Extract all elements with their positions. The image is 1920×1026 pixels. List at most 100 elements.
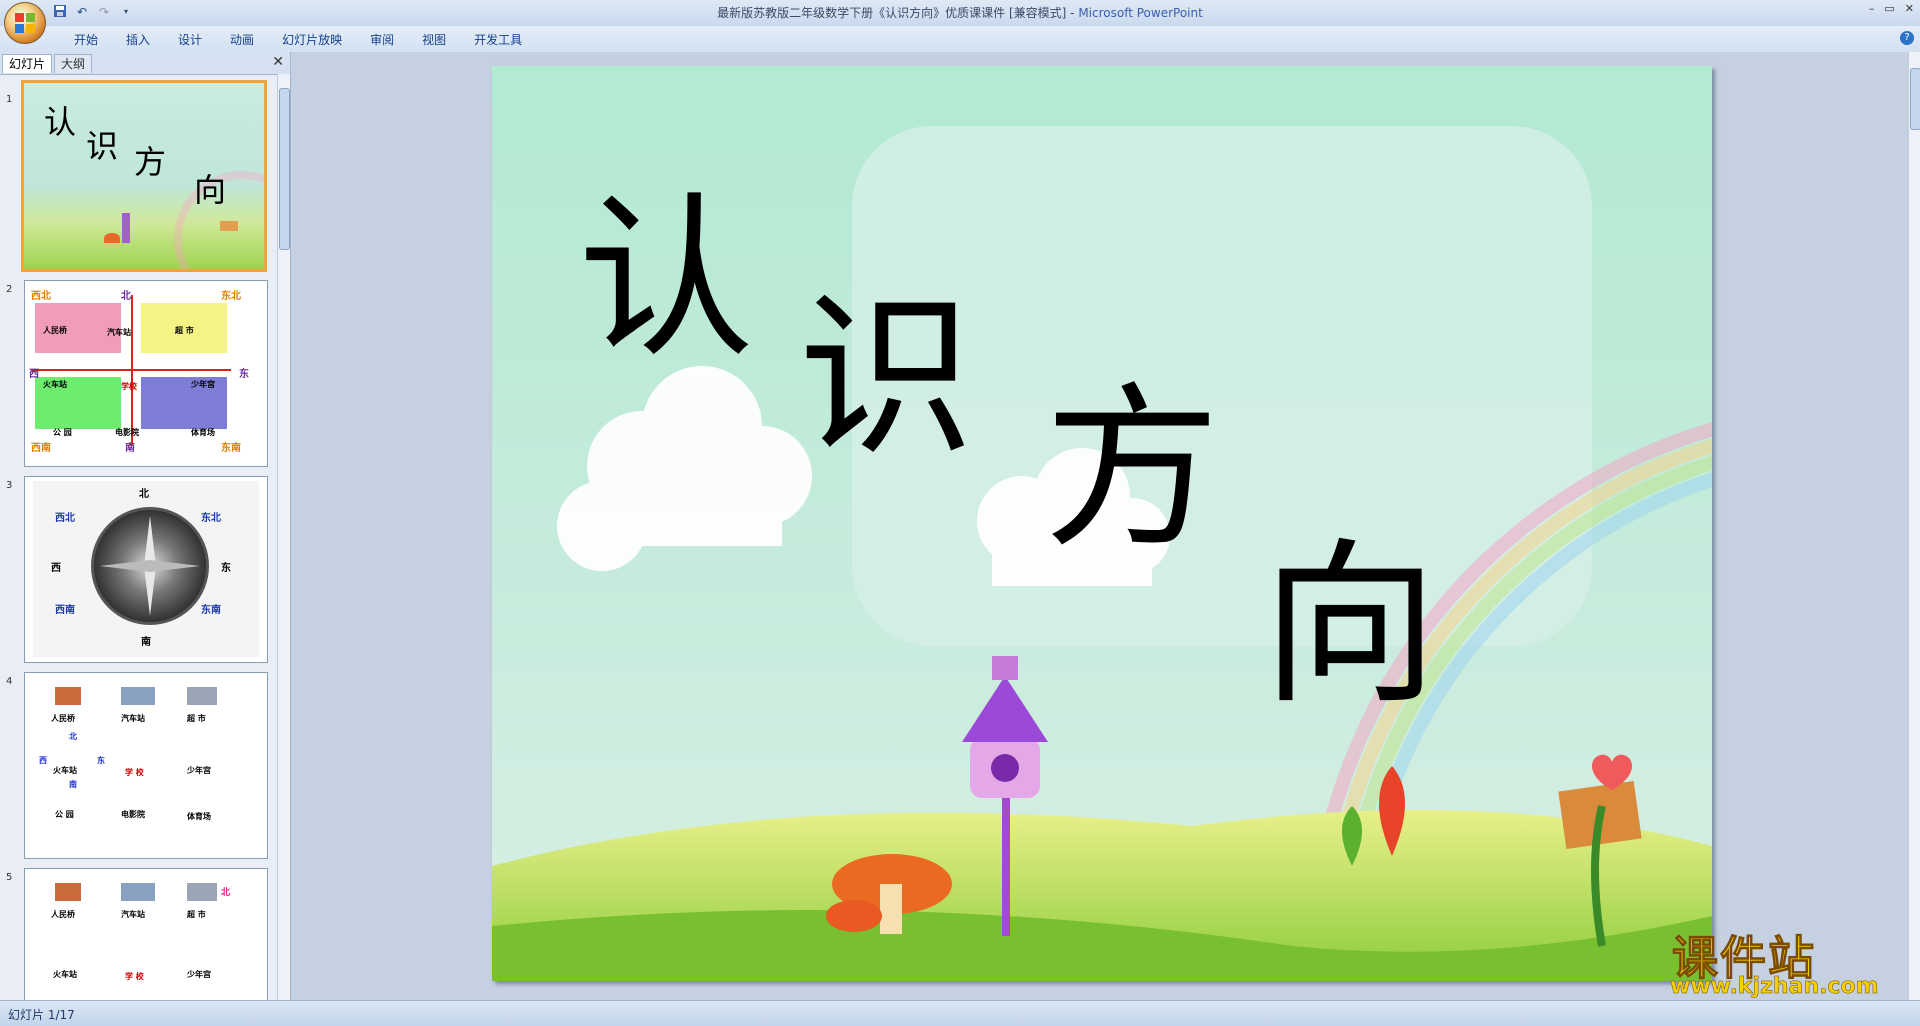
direction-label: 东 [97, 756, 105, 765]
tab-outline[interactable]: 大纲 [54, 54, 93, 73]
place-label: 超 市 [187, 910, 206, 919]
supermarket-icon [187, 883, 217, 901]
thumbnail-scrollbar[interactable] [277, 74, 290, 1000]
tab-insert[interactable]: 插入 [112, 31, 164, 48]
place-label: 体育场 [187, 812, 211, 821]
thumbnail-number: 4 [6, 676, 13, 687]
thumb-title-char: 方 [134, 143, 167, 181]
place-label: 学 校 [125, 768, 144, 777]
direction-label: 西南 [31, 443, 51, 454]
place-label: 学校 [121, 382, 137, 391]
compass-icon [91, 507, 209, 625]
place-label: 火车站 [43, 380, 67, 389]
slide-title-char: 向 [1262, 523, 1439, 728]
title-separator: - [1066, 6, 1079, 20]
direction-label: 南 [125, 443, 135, 454]
thumbnail-number: 3 [6, 480, 13, 491]
place-label: 汽车站 [121, 714, 145, 723]
tab-home[interactable]: 开始 [60, 31, 112, 48]
status-bar: 幻灯片 1/17 [0, 1000, 1920, 1026]
place-label: 汽车站 [107, 328, 131, 337]
thumb-title-char: 识 [86, 127, 119, 165]
place-label: 电影院 [121, 810, 145, 819]
slide-thumbnail-1[interactable]: 认 识 方 向 [21, 80, 267, 272]
slide-thumbnail-4[interactable]: 人民桥 汽车站 超 市 北 西 东 南 火车站 学 校 少年宫 公 园 电影院 … [24, 672, 268, 859]
tab-slides[interactable]: 幻灯片 [2, 54, 53, 73]
minimize-button[interactable]: – [1869, 2, 1875, 15]
place-label: 少年宫 [187, 766, 211, 775]
place-label: 人民桥 [51, 910, 75, 919]
thumb-birdhouse [122, 213, 130, 243]
direction-label: 东南 [221, 443, 241, 454]
tab-developer[interactable]: 开发工具 [460, 31, 536, 48]
tab-view[interactable]: 视图 [408, 31, 460, 48]
map-axis-vertical [131, 295, 133, 445]
direction-label: 西北 [31, 291, 51, 302]
direction-label: 北 [139, 489, 149, 500]
slide-scrollbar[interactable] [1908, 52, 1920, 1000]
document-title: 最新版苏教版二年级数学下册《认识方向》优质课课件 [兼容模式] [717, 6, 1067, 20]
office-button[interactable] [4, 2, 46, 44]
tab-slideshow[interactable]: 幻灯片放映 [268, 31, 356, 48]
window-controls: – ▭ ✕ [1869, 2, 1914, 15]
thumb-title-char: 认 [44, 103, 77, 141]
slide-title-char: 识 [798, 275, 975, 480]
slide-thumbnail-3[interactable]: 北 西北 东北 西 东 西南 东南 南 [24, 476, 268, 663]
place-label: 汽车站 [121, 910, 145, 919]
place-label: 超 市 [175, 326, 194, 335]
tab-design[interactable]: 设计 [164, 31, 216, 48]
slide-thumbnail-2[interactable]: 西北 北 东北 西 东 西南 南 东南 人民桥 汽车站 超 市 火车站 少年宫 … [24, 280, 268, 467]
tab-review[interactable]: 审阅 [356, 31, 408, 48]
slide-thumbnail-5[interactable]: 人民桥 汽车站 超 市 北 火车站 学 校 少年宫 [24, 868, 268, 1000]
scrollbar-thumb[interactable] [1910, 68, 1920, 130]
pane-close-icon[interactable]: ✕ [272, 54, 284, 70]
bus-station-icon [121, 687, 155, 705]
place-label: 公 园 [55, 810, 74, 819]
place-label: 人民桥 [43, 326, 67, 335]
direction-label: 北 [221, 888, 231, 898]
bus-station-icon [121, 883, 155, 901]
direction-label: 东南 [201, 605, 221, 616]
place-label: 学 校 [125, 972, 144, 981]
direction-label: 东 [221, 563, 231, 574]
direction-label: 东北 [201, 513, 221, 524]
ribbon-tabs-bar: 开始 插入 设计 动画 幻灯片放映 审阅 视图 开发工具 ? [0, 26, 1920, 53]
close-button[interactable]: ✕ [1905, 2, 1914, 15]
place-label: 电影院 [115, 428, 139, 437]
direction-label: 东北 [221, 291, 241, 302]
slide-title-char: 方 [1044, 367, 1221, 572]
direction-label: 北 [69, 732, 77, 741]
place-label: 人民桥 [51, 714, 75, 723]
direction-label: 东 [239, 369, 249, 380]
thumbnail-number: 2 [6, 284, 13, 295]
thumbnail-number: 1 [6, 94, 13, 105]
restore-button[interactable]: ▭ [1884, 2, 1894, 15]
office-logo-icon [15, 13, 35, 33]
thumbnail-list: 1 认 识 方 向 2 西北 北 东北 西 东 西南 南 东南 人民桥 汽车站 … [0, 74, 276, 1000]
watermark-url: www.kjzhan.com [1670, 974, 1879, 1000]
watermark-logo: 课件站 www.kjzhan.com [1664, 922, 1904, 1002]
app-name: Microsoft PowerPoint [1078, 6, 1203, 20]
direction-label: 西 [39, 756, 47, 765]
main-slide[interactable]: 认 识 方 向 [492, 66, 1712, 981]
direction-label: 西 [29, 369, 39, 380]
direction-label: 西南 [55, 605, 75, 616]
thumbnail-number: 5 [6, 872, 13, 883]
place-label: 超 市 [187, 714, 206, 723]
direction-label: 南 [69, 780, 77, 789]
direction-label: 西北 [55, 513, 75, 524]
direction-label: 南 [141, 637, 151, 648]
place-label: 体育场 [191, 428, 215, 437]
help-icon[interactable]: ? [1900, 31, 1914, 45]
supermarket-icon [187, 687, 217, 705]
thumb-sign [220, 221, 238, 231]
scrollbar-thumb[interactable] [279, 88, 290, 250]
slides-pane: 幻灯片 大纲 ✕ 1 认 识 方 向 2 西北 北 东北 西 东 西南 南 东南… [0, 52, 291, 1000]
pane-tabs: 幻灯片 大纲 ✕ [0, 52, 290, 75]
ribbon-tabs: 开始 插入 设计 动画 幻灯片放映 审阅 视图 开发工具 [60, 31, 536, 48]
place-label: 少年宫 [191, 380, 215, 389]
window-title: 最新版苏教版二年级数学下册《认识方向》优质课课件 [兼容模式] - Micros… [0, 4, 1920, 21]
place-label: 火车站 [53, 970, 77, 979]
tab-animation[interactable]: 动画 [216, 31, 268, 48]
bridge-icon [55, 687, 81, 705]
